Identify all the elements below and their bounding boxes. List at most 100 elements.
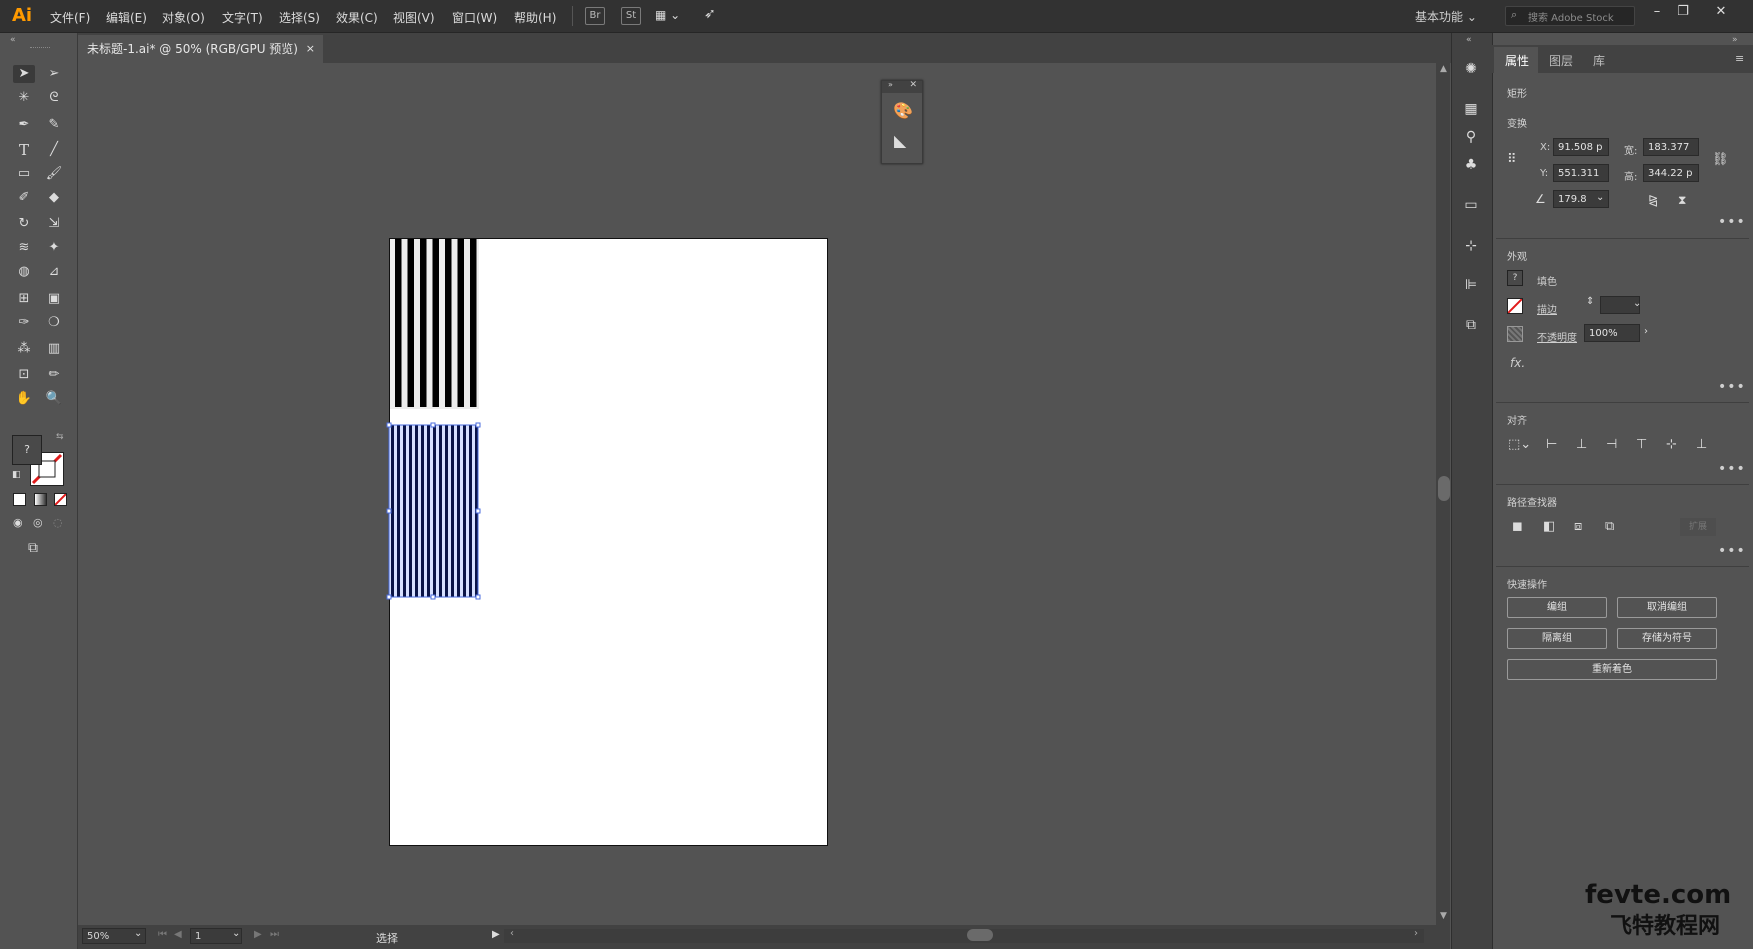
transform-panel-icon[interactable]: ⊹ <box>1462 237 1480 255</box>
menu-help[interactable]: 帮助(H) <box>514 9 556 26</box>
flip-vertical-icon[interactable]: ⧗ <box>1678 193 1686 208</box>
document-tab[interactable]: 未标题-1.ai* @ 50% (RGB/GPU 预览) × <box>78 35 323 63</box>
stroke-color-swatch[interactable] <box>1507 298 1523 314</box>
line-tool-icon[interactable]: ╱ <box>43 141 65 159</box>
direct-selection-tool-icon[interactable]: ➢ <box>43 65 65 83</box>
height-field[interactable]: 344.22 p <box>1643 164 1699 182</box>
gradient-mode-button[interactable] <box>34 493 47 506</box>
selection-tool-icon[interactable]: ➤ <box>13 65 35 83</box>
brightness-icon[interactable]: ✺ <box>1462 60 1480 78</box>
eyedropper-tool-icon[interactable]: ✑ <box>13 314 35 332</box>
y-field[interactable]: 551.311 <box>1553 164 1609 182</box>
rectangle-tool-icon[interactable]: ▭ <box>13 165 35 183</box>
blend-tool-icon[interactable]: ❍ <box>43 314 65 332</box>
scroll-right-icon[interactable]: › <box>1414 928 1418 939</box>
zoom-tool-icon[interactable]: 🔍 <box>43 390 65 408</box>
collapse-right-panel-icon[interactable]: » <box>1732 35 1738 45</box>
opacity-label[interactable]: 不透明度 <box>1537 329 1577 344</box>
pathfinder-more-icon[interactable]: ••• <box>1718 543 1746 559</box>
menu-edit[interactable]: 编辑(E) <box>106 9 147 26</box>
expand-panel-icon[interactable]: » <box>888 80 893 89</box>
intersect-icon[interactable]: ⧈ <box>1574 519 1582 534</box>
floating-panel-header[interactable]: » ✕ <box>882 80 922 93</box>
align-bottom-icon[interactable]: ⊥ <box>1696 437 1707 452</box>
symbols-icon[interactable]: ♣ <box>1462 156 1480 174</box>
default-colors-icon[interactable]: ◧ <box>12 470 21 480</box>
width-field[interactable]: 183.377 <box>1643 138 1699 156</box>
artboard-tool-icon[interactable]: ⊡ <box>13 366 35 384</box>
puppet-warp-tool-icon[interactable]: ✦ <box>43 239 65 257</box>
lasso-tool-icon[interactable]: ᘓ <box>43 89 65 107</box>
align-right-icon[interactable]: ⊣ <box>1606 437 1617 452</box>
slice-tool-icon[interactable]: ✏ <box>43 366 65 384</box>
ungroup-button[interactable]: 取消编组 <box>1617 597 1717 618</box>
hand-tool-icon[interactable]: ✋ <box>13 390 35 408</box>
bridge-button[interactable]: Br <box>585 7 605 25</box>
stroke-label[interactable]: 描边 <box>1537 301 1557 316</box>
menu-file[interactable]: 文件(F) <box>50 9 90 26</box>
opacity-arrow-icon[interactable]: › <box>1644 326 1648 337</box>
align-vertical-center-icon[interactable]: ⊹ <box>1666 437 1677 452</box>
last-artboard-icon[interactable]: ⏭ <box>270 929 279 940</box>
color-mode-button[interactable] <box>13 493 26 506</box>
menu-view[interactable]: 视图(V) <box>393 9 435 26</box>
reference-point-icon[interactable]: ⠿ <box>1507 152 1517 167</box>
scroll-up-icon[interactable]: ▲ <box>1440 64 1447 74</box>
draw-behind-icon[interactable]: ◎ <box>33 516 43 529</box>
isolate-group-button[interactable]: 隔离组 <box>1507 628 1607 649</box>
transform-more-icon[interactable]: ••• <box>1718 214 1746 230</box>
draw-inside-icon[interactable]: ◌ <box>53 516 63 529</box>
pathfinder-panel-icon[interactable]: ⧉ <box>1462 316 1480 334</box>
screen-mode-icon[interactable]: ⧉ <box>28 540 38 556</box>
menu-object[interactable]: 对象(O) <box>162 9 205 26</box>
tab-properties[interactable]: 属性 <box>1505 52 1529 69</box>
constrain-proportions-icon[interactable]: ⛓ <box>1712 152 1729 167</box>
arrange-documents-icon[interactable]: ▦ ⌄ <box>655 8 680 22</box>
gradient-tool-icon[interactable]: ▣ <box>43 290 65 308</box>
none-mode-button[interactable] <box>54 493 67 506</box>
minus-front-icon[interactable]: ◧ <box>1543 519 1555 534</box>
draw-normal-icon[interactable]: ◉ <box>13 516 23 529</box>
unite-icon[interactable]: ◼ <box>1512 519 1523 534</box>
brushes-icon[interactable]: ⚲ <box>1462 128 1480 146</box>
align-left-icon[interactable]: ⊢ <box>1546 437 1557 452</box>
shaper-tool-icon[interactable]: ✐ <box>13 189 35 207</box>
scale-tool-icon[interactable]: ⇲ <box>43 215 65 233</box>
next-artboard-icon[interactable]: ▶ <box>254 929 262 940</box>
gpu-performance-icon[interactable]: ➶ <box>704 6 716 22</box>
fill-swatch[interactable]: ? <box>12 435 42 465</box>
striped-rectangle[interactable] <box>390 239 479 409</box>
align-horizontal-center-icon[interactable]: ⊥ <box>1576 437 1587 452</box>
menu-window[interactable]: 窗口(W) <box>452 9 497 26</box>
vertical-scroll-thumb[interactable] <box>1438 476 1450 501</box>
selected-striped-rectangle[interactable] <box>385 421 484 603</box>
swap-fill-stroke-icon[interactable]: ⇆ <box>56 432 64 442</box>
swatches-icon[interactable]: ▦ <box>1462 100 1480 118</box>
eraser-tool-icon[interactable]: ◆ <box>43 189 65 207</box>
mesh-tool-icon[interactable]: ⊞ <box>13 290 35 308</box>
type-tool-icon[interactable]: T <box>13 141 35 159</box>
menu-type[interactable]: 文字(T) <box>222 9 263 26</box>
rotate-tool-icon[interactable]: ↻ <box>13 215 35 233</box>
menu-effect[interactable]: 效果(C) <box>336 9 378 26</box>
panel-menu-icon[interactable]: ≡ <box>1735 52 1744 65</box>
fill-color-swatch[interactable]: ? <box>1507 270 1523 286</box>
color-guide-icon[interactable]: ◣ <box>894 131 906 150</box>
align-top-icon[interactable]: ⊤ <box>1636 437 1647 452</box>
color-panel-icon[interactable]: 🎨 <box>893 101 913 120</box>
align-to-selection-icon[interactable]: ⬚⌄ <box>1508 437 1531 452</box>
curvature-tool-icon[interactable]: ✎ <box>43 116 65 134</box>
shape-builder-tool-icon[interactable]: ◍ <box>13 263 35 281</box>
align-panel-icon[interactable]: ⊫ <box>1462 276 1480 294</box>
first-artboard-icon[interactable]: ⏮ <box>158 929 167 940</box>
exclude-icon[interactable]: ⧉ <box>1605 519 1614 534</box>
stock-button[interactable]: St <box>621 7 641 25</box>
magic-wand-tool-icon[interactable]: ✳ <box>13 89 35 107</box>
close-panel-icon[interactable]: ✕ <box>909 80 917 90</box>
collapse-strip-icon[interactable]: « <box>1466 35 1472 45</box>
scroll-down-icon[interactable]: ▼ <box>1440 911 1447 921</box>
menu-select[interactable]: 选择(S) <box>279 9 320 26</box>
tab-libraries[interactable]: 库 <box>1593 52 1605 69</box>
minimize-button[interactable]: – <box>1646 4 1668 19</box>
perspective-grid-tool-icon[interactable]: ⊿ <box>43 263 65 281</box>
